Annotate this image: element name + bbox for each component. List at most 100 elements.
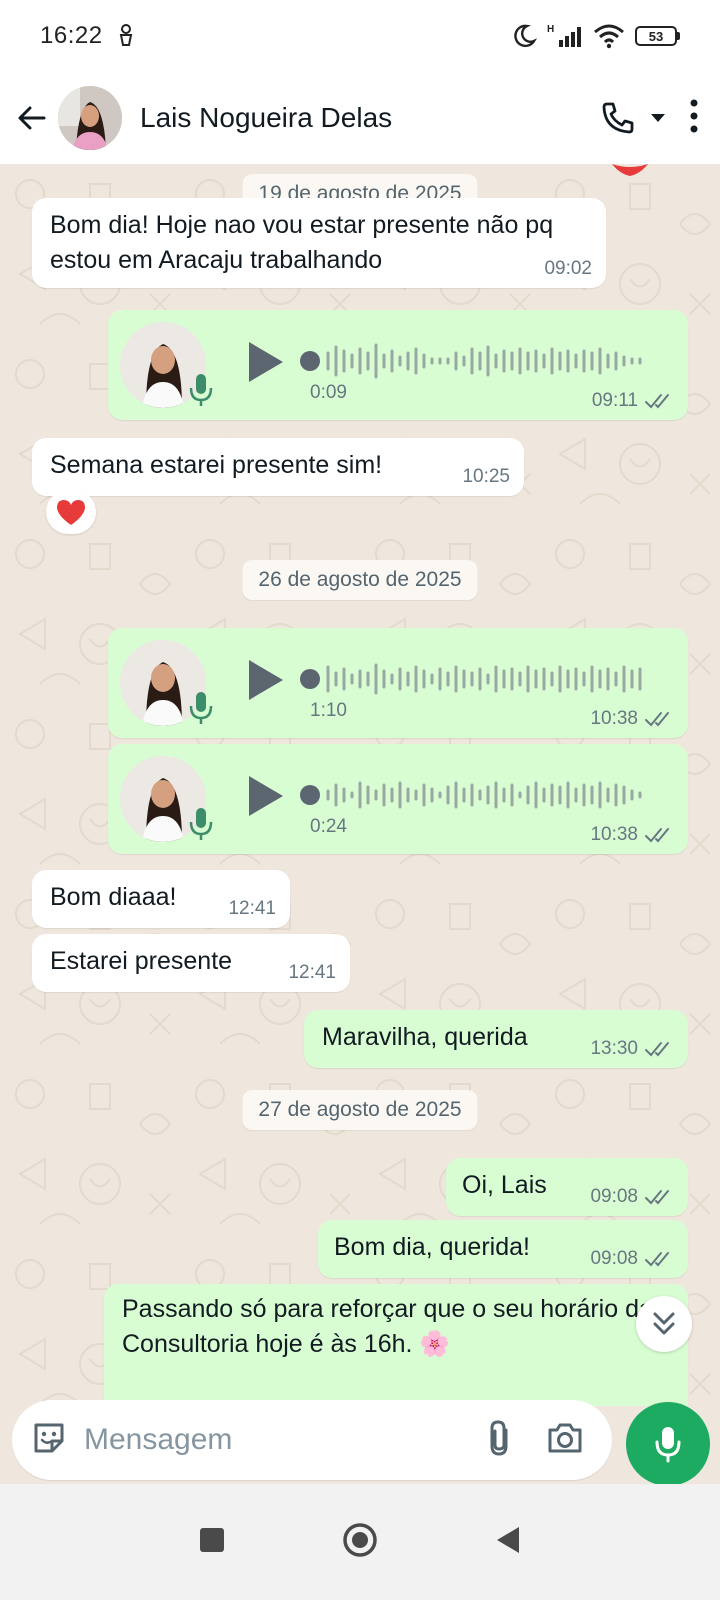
svg-text:H: H (547, 24, 554, 35)
mic-icon (655, 1427, 681, 1463)
message-meta: 10:25 (462, 466, 510, 488)
message-time: 13:30 (590, 1038, 638, 1059)
attach-button[interactable] (486, 1418, 512, 1463)
message-incoming[interactable]: Bom dia! Hoje nao vou estar presente não… (32, 198, 606, 288)
message-text: Bom diaaa! (50, 883, 177, 911)
voice-duration: 0:09 (310, 382, 347, 403)
message-text: Maravilha, querida (322, 1023, 528, 1051)
status-time: 16:22 (40, 22, 103, 49)
message-text: Passando só para reforçar que o seu horá… (122, 1295, 653, 1358)
voice-record-button[interactable] (626, 1402, 710, 1486)
message-meta: 12:41 (288, 962, 336, 984)
arrow-left-icon (18, 106, 46, 130)
mic-icon (189, 374, 213, 406)
voice-message-outgoing[interactable]: 0:09 09:11 (108, 310, 688, 420)
waveform (326, 781, 642, 809)
message-incoming[interactable]: Semana estarei presente sim! 10:25 (32, 438, 524, 496)
double-check-icon (645, 1252, 669, 1267)
mic-icon (189, 692, 213, 724)
double-check-icon (645, 712, 669, 727)
camera-icon (548, 1423, 582, 1452)
avatar[interactable] (58, 86, 122, 150)
voice-duration: 1:10 (310, 700, 347, 721)
date-separator: 26 de agosto de 2025 (242, 560, 478, 600)
playback-handle[interactable] (300, 785, 320, 805)
sticker-button[interactable] (30, 1419, 68, 1462)
message-meta: 09:02 (544, 258, 592, 280)
message-meta: 09:08 (590, 1248, 674, 1270)
paperclip-icon (490, 1419, 508, 1456)
moon-icon (514, 24, 537, 48)
message-meta: 12:41 (228, 898, 276, 920)
mic-icon (189, 808, 213, 840)
voice-duration: 0:24 (310, 816, 347, 837)
message-meta: 09:08 (590, 1186, 674, 1208)
menu-button[interactable] (688, 98, 700, 139)
camera-button[interactable] (546, 1421, 584, 1460)
playback-handle[interactable] (300, 669, 320, 689)
wifi-icon (594, 24, 624, 49)
call-button[interactable] (600, 100, 666, 136)
double-check-icon (645, 1190, 669, 1205)
double-check-icon (645, 828, 669, 843)
playback-handle[interactable] (300, 351, 320, 371)
message-time: 09:02 (544, 258, 592, 279)
message-time: 12:41 (288, 962, 336, 983)
voice-message-outgoing[interactable]: 0:24 10:38 (108, 744, 688, 854)
message-time: 09:08 (590, 1248, 638, 1269)
phone-icon (602, 102, 634, 134)
signal-icon: H (547, 24, 581, 47)
system-nav-bar (0, 1484, 720, 1600)
play-button[interactable] (246, 774, 286, 818)
waveform (326, 343, 642, 379)
square-icon (200, 1527, 224, 1552)
message-time: 12:41 (228, 898, 276, 919)
date-separator: 27 de agosto de 2025 (242, 1090, 478, 1130)
message-meta: 10:38 (590, 708, 674, 730)
home-button[interactable] (342, 1522, 378, 1563)
sticker-icon (34, 1423, 64, 1452)
more-vertical-icon (690, 99, 698, 132)
message-outgoing[interactable]: Maravilha, querida 13:30 (304, 1010, 688, 1068)
chat-header: Lais Nogueira Delas (0, 72, 720, 164)
play-button[interactable] (246, 340, 286, 384)
message-outgoing[interactable]: Bom dia, querida! 09:08 (318, 1220, 688, 1278)
message-text: Bom dia, querida! (334, 1233, 530, 1261)
message-incoming[interactable]: Bom diaaa! 12:41 (32, 870, 290, 928)
nav-back-button[interactable] (494, 1525, 522, 1560)
triangle-back-icon (497, 1526, 519, 1553)
heart-icon (57, 500, 85, 525)
back-button[interactable] (14, 100, 50, 136)
message-time: 10:38 (590, 824, 638, 845)
message-time: 09:11 (591, 390, 638, 411)
chat-area[interactable]: 19 de agosto de 2025 Bom dia! Hoje nao v… (0, 164, 720, 1406)
play-button[interactable] (246, 658, 286, 702)
message-time: 10:38 (590, 708, 638, 729)
composer (12, 1400, 612, 1480)
contact-name[interactable]: Lais Nogueira Delas (140, 102, 392, 134)
avatar-image (58, 86, 122, 150)
notification-icon (119, 24, 132, 46)
message-text: Semana estarei presente sim! (50, 451, 383, 479)
waveform (326, 663, 642, 695)
status-bar: 16:22 H 53 (0, 0, 720, 72)
voice-message-outgoing[interactable]: 1:10 10:38 (108, 628, 688, 738)
message-outgoing[interactable]: Passando só para reforçar que o seu horá… (104, 1284, 688, 1406)
message-text: Bom dia! Hoje nao vou estar presente não… (50, 211, 554, 274)
message-meta: 09:11 (592, 390, 674, 412)
double-check-icon (645, 394, 669, 409)
home-circle-icon (343, 1522, 377, 1557)
message-meta: 10:38 (590, 824, 674, 846)
message-input[interactable] (84, 1423, 486, 1457)
scroll-down-button[interactable] (636, 1296, 692, 1352)
chevrons-down-icon (653, 1312, 675, 1335)
message-time: 09:08 (590, 1186, 638, 1207)
composer-bar (0, 1390, 720, 1486)
battery-indicator: 53 (635, 26, 680, 46)
message-incoming[interactable]: Estarei presente 12:41 (32, 934, 350, 992)
message-outgoing[interactable]: Oi, Lais 09:08 (446, 1158, 688, 1216)
message-reaction[interactable] (46, 490, 96, 534)
recents-button[interactable] (198, 1526, 226, 1559)
message-time: 10:25 (462, 466, 510, 487)
double-check-icon (645, 1042, 669, 1057)
